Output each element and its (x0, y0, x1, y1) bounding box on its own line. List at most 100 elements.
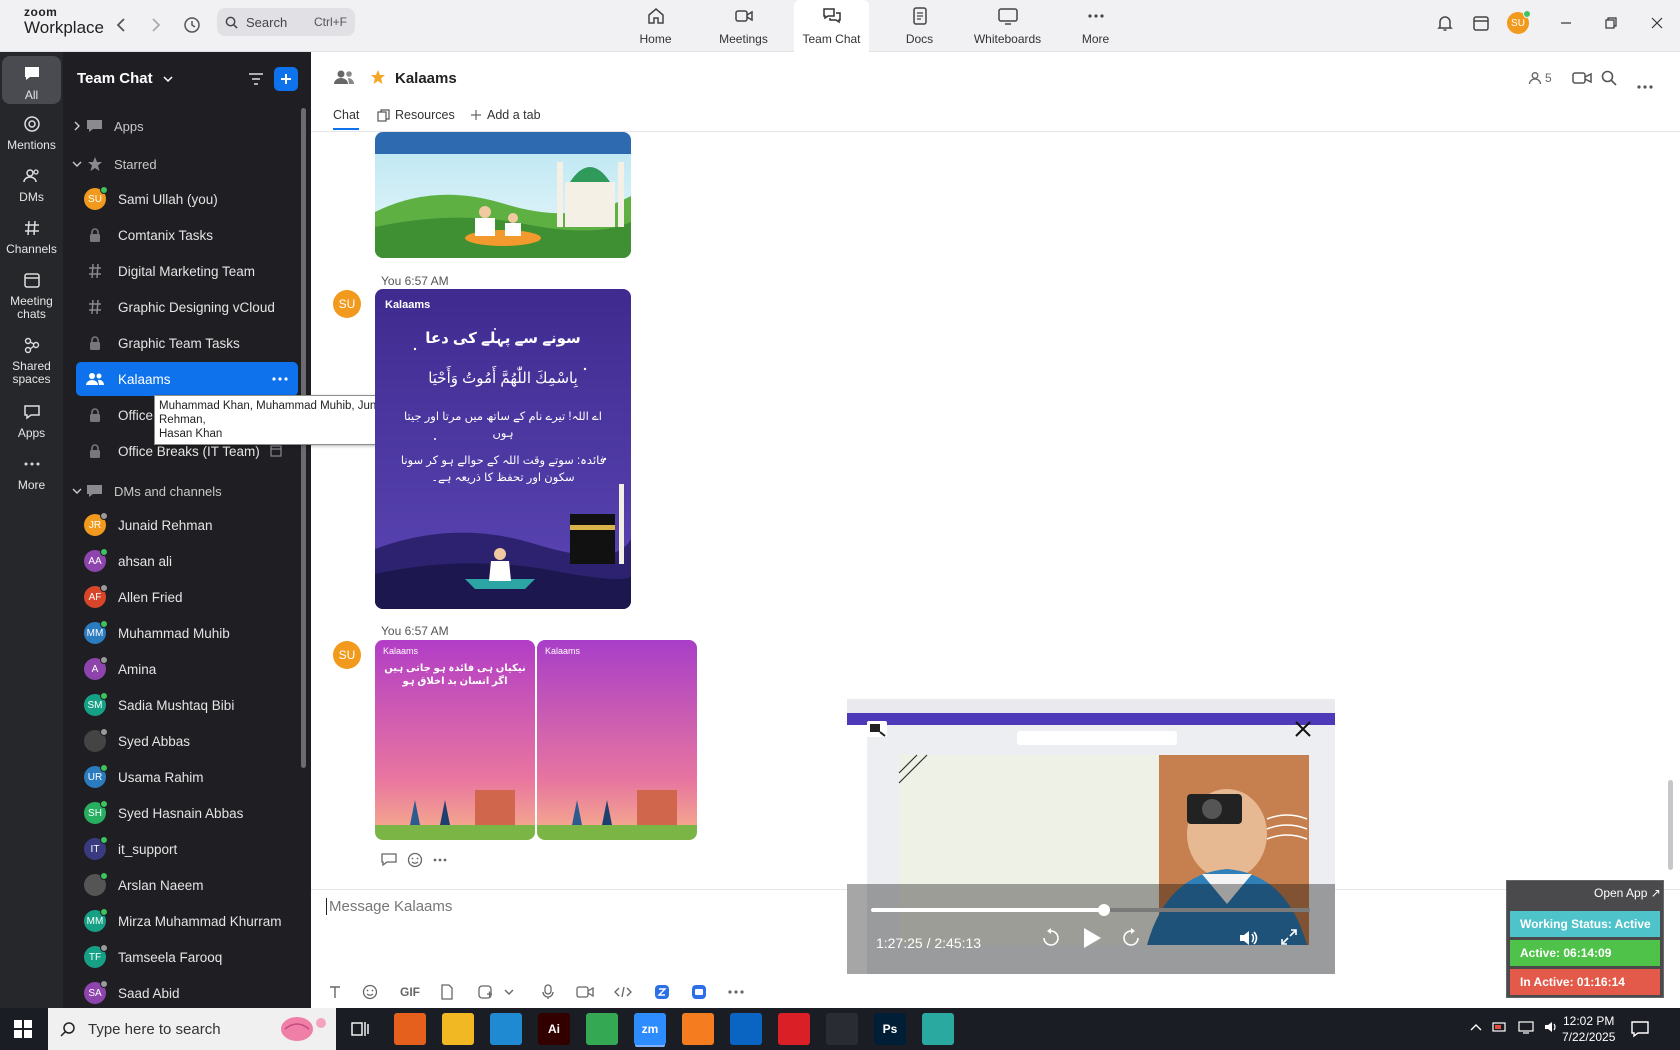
rail-item-mentions[interactable]: Mentions (0, 112, 63, 156)
sidebar-item-dm[interactable]: IT it_support (76, 832, 298, 866)
forward-button[interactable] (143, 12, 169, 38)
sidebar-item-dm[interactable]: MM Mirza Muhammad Khurram (76, 904, 298, 938)
audio-message-button[interactable] (539, 982, 557, 1002)
shared-image-mosque[interactable] (375, 132, 631, 258)
sidebar-item-kalaams[interactable]: Kalaams (76, 362, 298, 396)
sidebar-item-dm[interactable]: Arslan Naeem (76, 868, 298, 902)
rewind-button[interactable] (1041, 928, 1061, 953)
chevron-up-icon[interactable] (1470, 1022, 1482, 1032)
open-app-link[interactable]: Open App ↗ (1594, 886, 1661, 900)
rail-item-more[interactable]: More (0, 452, 63, 496)
app-button-2[interactable] (690, 982, 708, 1002)
more-dots-icon[interactable] (433, 858, 447, 862)
forward-button[interactable] (1121, 928, 1141, 953)
sidebar-item-sami-ullah[interactable]: SU Sami Ullah (you) (76, 182, 298, 216)
creative-cloud-app-icon[interactable] (778, 1013, 810, 1045)
channel-search-button[interactable] (1601, 70, 1617, 91)
xampp-app-icon[interactable] (682, 1013, 714, 1045)
video-call-button[interactable] (1572, 70, 1592, 91)
message-avatar[interactable]: SU (333, 641, 361, 669)
member-count-button[interactable]: 5 (1528, 71, 1552, 85)
shared-image-dua[interactable]: Kalaams سونے سے پہلے کی دعا بِاسْمِكَ ال… (375, 289, 631, 609)
video-message-button[interactable] (576, 982, 594, 1002)
back-button[interactable] (108, 12, 134, 38)
sidebar-item-dm[interactable]: AA ahsan ali (76, 544, 298, 578)
format-text-button[interactable] (326, 982, 344, 1002)
emoji-reaction-icon[interactable] (407, 852, 423, 868)
code-snippet-button[interactable] (613, 982, 633, 1002)
pen-tool-app-icon[interactable] (826, 1013, 858, 1045)
channel-members-icon[interactable] (333, 67, 355, 92)
rail-item-meeting-chats[interactable]: Meeting chats (0, 268, 63, 324)
shared-image-pink-2[interactable]: Kalaams (537, 640, 697, 840)
chrome-app-icon[interactable] (586, 1013, 618, 1045)
battery-icon[interactable] (1492, 1020, 1508, 1034)
sidebar-item-dm[interactable]: SM Sadia Mushtaq Bibi (76, 688, 298, 722)
tab-meetings[interactable]: Meetings (706, 0, 781, 52)
task-view-button[interactable] (350, 1019, 370, 1044)
channel-more-button[interactable] (1637, 76, 1653, 94)
screenshot-options-button[interactable] (502, 982, 516, 1002)
tab-more[interactable]: More (1058, 0, 1133, 52)
app-icon[interactable] (922, 1013, 954, 1045)
sidebar-item-graphic-designing-vcloud[interactable]: Graphic Designing vCloud (76, 290, 298, 324)
rail-item-channels[interactable]: Channels (0, 216, 63, 260)
tab-whiteboards[interactable]: Whiteboards (970, 0, 1045, 52)
outlook-app-icon[interactable] (730, 1013, 762, 1045)
section-dms[interactable]: DMs and channels (72, 483, 222, 499)
sidebar-item-comtanix-tasks[interactable]: Comtanix Tasks (76, 218, 298, 252)
sidebar-item-dm[interactable]: UR Usama Rahim (76, 760, 298, 794)
message-avatar[interactable]: SU (333, 290, 361, 318)
notification-center-button[interactable] (1630, 1019, 1650, 1044)
reply-icon[interactable] (381, 852, 397, 866)
new-chat-button[interactable] (274, 67, 298, 91)
tab-docs[interactable]: Docs (882, 0, 957, 52)
maximize-button[interactable] (1598, 10, 1624, 36)
sidebar-item-dm[interactable]: AF Allen Fried (76, 580, 298, 614)
sidebar-item-dm[interactable]: A Amina (76, 652, 298, 686)
rail-item-apps[interactable]: Apps (0, 400, 63, 444)
minimize-button[interactable] (1553, 10, 1579, 36)
gif-button[interactable]: GIF (398, 982, 422, 1002)
sidebar-item-dm[interactable]: Syed Abbas (76, 724, 298, 758)
rail-item-dms[interactable]: DMs (0, 164, 63, 208)
sidebar-item-dm[interactable]: SA Saad Abid (76, 976, 298, 1010)
message-input[interactable]: Message Kalaams (326, 898, 452, 915)
section-apps[interactable]: Apps (72, 118, 144, 134)
rail-item-all[interactable]: All (2, 56, 61, 104)
taskbar-clock[interactable]: 12:02 PM 7/22/2025 (1562, 1013, 1615, 1045)
sidebar-title[interactable]: Team Chat (77, 70, 173, 87)
pip-mode-button[interactable] (866, 719, 888, 744)
notifications-button[interactable] (1432, 10, 1458, 36)
fullscreen-button[interactable] (1280, 928, 1298, 951)
network-icon[interactable] (1518, 1020, 1534, 1034)
emoji-button[interactable] (361, 982, 379, 1002)
volume-button[interactable] (1238, 928, 1260, 953)
play-button[interactable] (1081, 926, 1103, 955)
tab-chat[interactable]: Chat (333, 108, 360, 130)
calendar-button[interactable] (1468, 10, 1494, 36)
add-tab-button[interactable]: Add a tab (470, 108, 541, 122)
speaker-icon[interactable] (1544, 1020, 1560, 1034)
tab-home[interactable]: Home (618, 0, 693, 52)
profile-avatar[interactable]: SU (1505, 10, 1531, 36)
rail-item-shared-spaces[interactable]: Shared spaces (0, 333, 63, 389)
chat-scrollbar[interactable] (1668, 780, 1673, 870)
search-input[interactable]: Search Ctrl+F (217, 8, 355, 36)
tab-resources[interactable]: Resources (377, 108, 455, 122)
start-button[interactable] (14, 1020, 32, 1043)
illustrator-app-icon[interactable]: Ai (538, 1013, 570, 1045)
screenshot-button[interactable] (476, 982, 494, 1002)
history-button[interactable] (179, 12, 205, 38)
section-starred[interactable]: Starred (72, 156, 157, 172)
file-explorer-app-icon[interactable] (442, 1013, 474, 1045)
app-button-1[interactable] (653, 982, 671, 1002)
filter-button[interactable] (244, 67, 268, 91)
firefox-app-icon[interactable] (394, 1013, 426, 1045)
tab-team-chat[interactable]: Team Chat (794, 0, 869, 52)
sidebar-item-dm[interactable]: SH Syed Hasnain Abbas (76, 796, 298, 830)
zoom-app-icon[interactable]: zm (634, 1013, 666, 1045)
sidebar-item-dm[interactable]: TF Tamseela Farooq (76, 940, 298, 974)
shared-image-pink-1[interactable]: Kalaams نیکیاں ہی فائدہ ہو جاتی ہیں اگر … (375, 640, 535, 840)
sidebar-item-graphic-team-tasks[interactable]: Graphic Team Tasks (76, 326, 298, 360)
